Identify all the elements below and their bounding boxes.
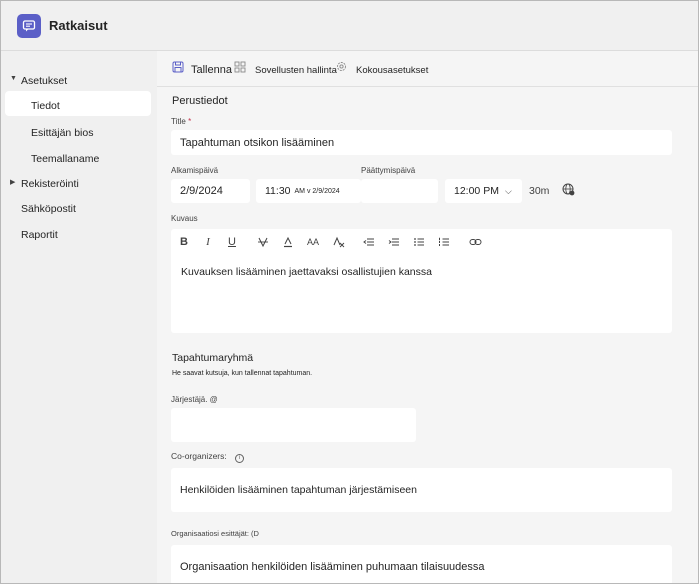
end-date-input[interactable] bbox=[361, 179, 438, 203]
meeting-settings-button[interactable]: Kokousasetukset bbox=[335, 60, 429, 76]
link-icon[interactable] bbox=[468, 235, 482, 249]
sidebar-item-tiedot[interactable]: Tiedot bbox=[31, 100, 60, 112]
title-input-value: Tapahtuman otsikon lisääminen bbox=[180, 136, 335, 149]
manage-apps-label: Sovellusten hallinta bbox=[255, 65, 337, 76]
save-button[interactable]: Tallenna bbox=[172, 61, 232, 76]
presenters-label: Organisaatiosi esittäjät: (D bbox=[171, 529, 259, 538]
sidebar-item-label: Asetukset bbox=[21, 75, 68, 87]
sidebar-item-teemallaname[interactable]: Teemallaname bbox=[31, 153, 99, 165]
app-header: Ratkaisut bbox=[1, 1, 698, 51]
caret-down-icon: ▼ bbox=[10, 75, 17, 82]
start-date-input[interactable]: 2/9/2024 bbox=[171, 179, 250, 203]
sidebar-item-label: Sähköpostit bbox=[21, 203, 76, 215]
title-label-text: Title bbox=[171, 117, 186, 126]
description-editor[interactable]: B I U AA Kuvauksen lisääminen jaettavaks… bbox=[171, 229, 672, 333]
start-time-suffix: AM v 2/9/2024 bbox=[294, 187, 340, 195]
increase-indent-icon[interactable] bbox=[387, 235, 401, 249]
coorganizers-input[interactable]: Henkilöiden lisääminen tapahtuman järjes… bbox=[171, 468, 672, 512]
clear-format-icon[interactable] bbox=[331, 235, 345, 249]
coorganizers-label: Co-organizers: i bbox=[171, 451, 245, 463]
coorganizers-label-text: Co-organizers: bbox=[171, 451, 227, 461]
italic-icon[interactable]: I bbox=[201, 235, 215, 249]
meeting-settings-label: Kokousasetukset bbox=[356, 65, 429, 76]
app-title: Ratkaisut bbox=[49, 18, 108, 33]
sidebar-item-label: Tiedot bbox=[31, 100, 60, 112]
numbered-list-icon[interactable] bbox=[437, 235, 451, 249]
event-group-hint: He saavat kutsuja, kun tallennat tapahtu… bbox=[172, 370, 313, 377]
description-text: Kuvauksen lisääminen jaettavaksi osallis… bbox=[181, 266, 432, 278]
description-label: Kuvaus bbox=[171, 214, 198, 223]
save-icon bbox=[172, 61, 185, 74]
teams-chat-icon bbox=[17, 14, 41, 38]
start-date-value: 2/9/2024 bbox=[180, 185, 223, 197]
sidebar-item-sahkopostit[interactable]: Sähköpostit bbox=[21, 203, 76, 215]
chevron-down-icon: ⌵ bbox=[504, 185, 512, 196]
manage-apps-button[interactable]: Sovellusten hallinta bbox=[234, 61, 337, 76]
toolbar: Tallenna Sovellusten hallinta Kokousaset… bbox=[157, 51, 698, 87]
presenters-placeholder: Organisaation henkilöiden lisääminen puh… bbox=[180, 561, 485, 573]
presenters-input[interactable]: Organisaation henkilöiden lisääminen puh… bbox=[171, 545, 672, 583]
title-input[interactable]: Tapahtuman otsikon lisääminen bbox=[171, 130, 672, 155]
sidebar-item-label: Raportit bbox=[21, 229, 58, 241]
sidebar-item-esittajan-bios[interactable]: Esittäjän bios bbox=[31, 127, 93, 139]
bold-icon[interactable]: B bbox=[177, 235, 191, 249]
sidebar-item-label: Teemallaname bbox=[31, 153, 100, 165]
sidebar-item-raportit[interactable]: Raportit bbox=[21, 229, 58, 241]
start-time-value: 11:30 bbox=[265, 185, 291, 197]
coorganizers-placeholder: Henkilöiden lisääminen tapahtuman järjes… bbox=[180, 484, 417, 496]
info-icon[interactable]: i bbox=[235, 454, 245, 463]
main-content: Tallenna Sovellusten hallinta Kokousaset… bbox=[157, 51, 698, 583]
caret-right-icon: ▶ bbox=[10, 179, 16, 186]
sidebar-item-label: Esittäjän bios bbox=[31, 127, 94, 139]
font-size-icon[interactable]: AA bbox=[305, 235, 321, 249]
sidebar-item-asetukset[interactable]: ▼ Asetukset bbox=[10, 75, 68, 87]
end-time-value: 12:00 PM bbox=[454, 185, 499, 197]
timezone-globe-icon[interactable] bbox=[562, 183, 576, 197]
save-label: Tallenna bbox=[191, 63, 232, 76]
apps-icon bbox=[234, 61, 247, 74]
gear-icon bbox=[335, 60, 348, 73]
duration-label: 30m bbox=[529, 185, 550, 197]
organizer-label: Järjestäjä. @ bbox=[171, 395, 218, 404]
format-toolbar: B I U AA bbox=[171, 229, 672, 255]
decrease-indent-icon[interactable] bbox=[362, 235, 376, 249]
event-group-title: Tapahtumaryhmä bbox=[172, 352, 254, 364]
title-label: Title * bbox=[171, 117, 191, 126]
organizer-input[interactable] bbox=[171, 408, 416, 442]
app-window: Ratkaisut ▼ Asetukset Tiedot Esittäjän b… bbox=[0, 0, 699, 584]
sidebar-item-rekisterointi[interactable]: ▶ Rekisteröinti bbox=[10, 178, 79, 190]
end-date-label: Päättymispäivä bbox=[361, 166, 416, 175]
end-time-dropdown[interactable]: 12:00 PM ⌵ bbox=[445, 179, 522, 203]
sidebar-item-label: Rekisteröinti bbox=[21, 178, 79, 190]
start-date-label: Alkamispäivä bbox=[171, 166, 219, 175]
underline-icon[interactable]: U bbox=[225, 235, 239, 249]
highlight-icon[interactable] bbox=[281, 235, 295, 249]
sidebar-selected-highlight bbox=[5, 91, 151, 116]
strikethrough-icon[interactable] bbox=[256, 235, 270, 249]
bullet-list-icon[interactable] bbox=[412, 235, 426, 249]
section-title-basic: Perustiedot bbox=[172, 95, 228, 107]
required-marker: * bbox=[188, 117, 192, 126]
start-time-input[interactable]: 11:30 AM v 2/9/2024 bbox=[256, 179, 361, 203]
sidebar: ▼ Asetukset Tiedot Esittäjän bios Teemal… bbox=[1, 51, 157, 583]
